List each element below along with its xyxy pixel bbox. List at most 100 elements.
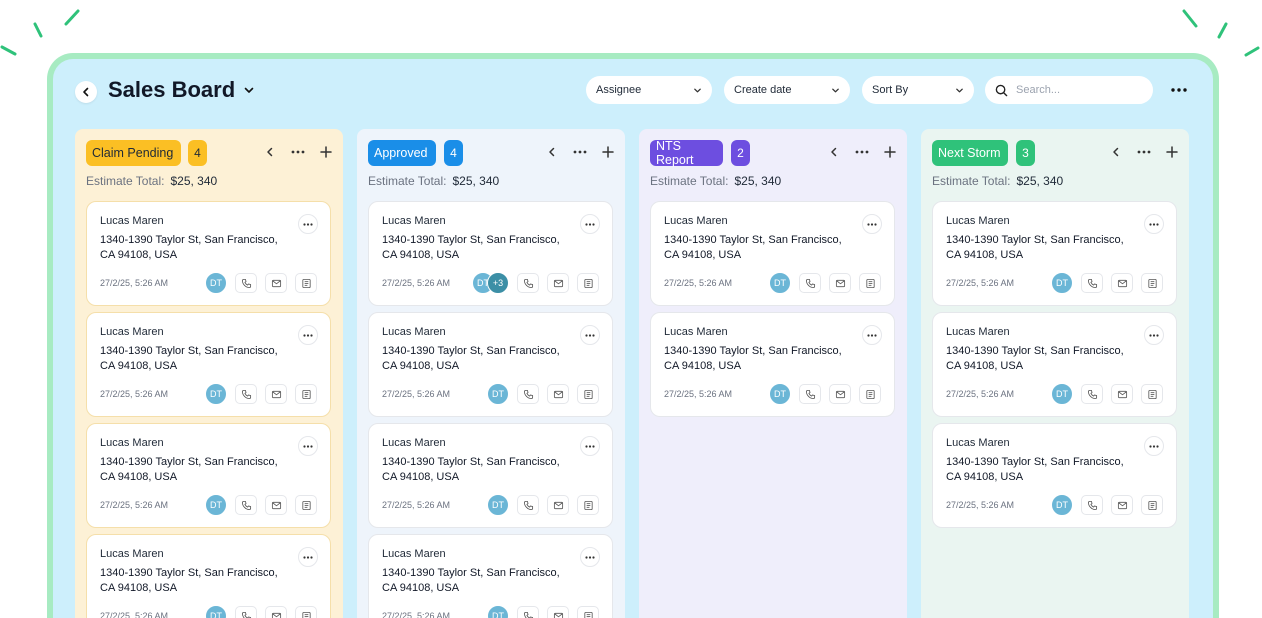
notes-button[interactable] bbox=[577, 495, 599, 515]
assignee-avatars[interactable]: DT +3 bbox=[472, 272, 509, 294]
email-button[interactable] bbox=[547, 495, 569, 515]
call-button[interactable] bbox=[235, 606, 257, 618]
card-more-button[interactable] bbox=[1144, 325, 1164, 345]
estimate-total-value: $25, 340 bbox=[452, 174, 500, 188]
deal-card[interactable]: Lucas Maren 1340-1390 Taylor St, San Fran… bbox=[86, 423, 331, 528]
email-button[interactable] bbox=[1111, 495, 1133, 515]
email-button[interactable] bbox=[547, 384, 569, 404]
assignee-avatars[interactable]: DT bbox=[769, 383, 791, 405]
call-button[interactable] bbox=[235, 384, 257, 404]
call-button[interactable] bbox=[1081, 495, 1103, 515]
card-more-button[interactable] bbox=[580, 436, 600, 456]
assignee-avatars[interactable]: DT bbox=[205, 272, 227, 294]
deal-card[interactable]: Lucas Maren 1340-1390 Taylor St, San Fran… bbox=[650, 201, 895, 306]
deal-card[interactable]: Lucas Maren 1340-1390 Taylor St, San Fran… bbox=[932, 201, 1177, 306]
deal-card[interactable]: Lucas Maren 1340-1390 Taylor St, San Fran… bbox=[932, 423, 1177, 528]
sort-by-dropdown[interactable]: Sort By bbox=[862, 76, 974, 104]
collapse-column-button[interactable] bbox=[825, 143, 843, 161]
estimate-total: Estimate Total: $25, 340 bbox=[86, 174, 217, 188]
call-button[interactable] bbox=[799, 273, 821, 293]
column-more-button[interactable] bbox=[289, 143, 307, 161]
notes-button[interactable] bbox=[577, 606, 599, 618]
call-button[interactable] bbox=[517, 273, 539, 293]
notes-button[interactable] bbox=[295, 606, 317, 618]
deal-card[interactable]: Lucas Maren 1340-1390 Taylor St, San Fran… bbox=[86, 534, 331, 618]
assignee-avatars[interactable]: DT bbox=[205, 383, 227, 405]
deal-card[interactable]: Lucas Maren 1340-1390 Taylor St, San Fran… bbox=[86, 201, 331, 306]
notes-button[interactable] bbox=[295, 273, 317, 293]
collapse-column-button[interactable] bbox=[543, 143, 561, 161]
email-button[interactable] bbox=[1111, 273, 1133, 293]
notes-button[interactable] bbox=[577, 273, 599, 293]
card-more-button[interactable] bbox=[298, 436, 318, 456]
assignee-avatars[interactable]: DT bbox=[487, 494, 509, 516]
column-more-button[interactable] bbox=[571, 143, 589, 161]
assignee-avatars[interactable]: DT bbox=[205, 494, 227, 516]
create-date-dropdown[interactable]: Create date bbox=[724, 76, 850, 104]
add-card-button[interactable] bbox=[1163, 143, 1181, 161]
assignee-avatars[interactable]: DT bbox=[1051, 494, 1073, 516]
assignee-avatars[interactable]: DT bbox=[205, 605, 227, 618]
board-title-dropdown[interactable]: Sales Board bbox=[108, 77, 255, 103]
board-more-button[interactable] bbox=[1168, 81, 1190, 99]
call-button[interactable] bbox=[517, 606, 539, 618]
customer-name: Lucas Maren bbox=[382, 326, 446, 338]
assignee-avatars[interactable]: DT bbox=[487, 605, 509, 618]
assignee-avatars[interactable]: DT bbox=[487, 383, 509, 405]
assignee-avatars[interactable]: DT bbox=[1051, 383, 1073, 405]
collapse-column-button[interactable] bbox=[261, 143, 279, 161]
email-button[interactable] bbox=[547, 606, 569, 618]
column-more-button[interactable] bbox=[853, 143, 871, 161]
email-button[interactable] bbox=[1111, 384, 1133, 404]
card-more-button[interactable] bbox=[862, 214, 882, 234]
deal-card[interactable]: Lucas Maren 1340-1390 Taylor St, San Fran… bbox=[368, 312, 613, 417]
notes-button[interactable] bbox=[577, 384, 599, 404]
assignee-avatars[interactable]: DT bbox=[1051, 272, 1073, 294]
email-button[interactable] bbox=[265, 273, 287, 293]
deal-card[interactable]: Lucas Maren 1340-1390 Taylor St, San Fran… bbox=[368, 423, 613, 528]
notes-button[interactable] bbox=[1141, 495, 1163, 515]
assignee-avatars[interactable]: DT bbox=[769, 272, 791, 294]
deal-card[interactable]: Lucas Maren 1340-1390 Taylor St, San Fran… bbox=[368, 534, 613, 618]
add-card-button[interactable] bbox=[317, 143, 335, 161]
deal-card[interactable]: Lucas Maren 1340-1390 Taylor St, San Fran… bbox=[86, 312, 331, 417]
notes-button[interactable] bbox=[859, 384, 881, 404]
card-more-button[interactable] bbox=[298, 325, 318, 345]
notes-button[interactable] bbox=[295, 384, 317, 404]
search-input[interactable] bbox=[1014, 83, 1138, 97]
call-button[interactable] bbox=[1081, 273, 1103, 293]
email-button[interactable] bbox=[265, 384, 287, 404]
card-more-button[interactable] bbox=[862, 325, 882, 345]
card-more-button[interactable] bbox=[580, 325, 600, 345]
email-button[interactable] bbox=[829, 384, 851, 404]
call-button[interactable] bbox=[235, 495, 257, 515]
card-more-button[interactable] bbox=[580, 547, 600, 567]
email-button[interactable] bbox=[265, 495, 287, 515]
deal-card[interactable]: Lucas Maren 1340-1390 Taylor St, San Fran… bbox=[650, 312, 895, 417]
deal-card[interactable]: Lucas Maren 1340-1390 Taylor St, San Fran… bbox=[932, 312, 1177, 417]
call-button[interactable] bbox=[1081, 384, 1103, 404]
add-card-button[interactable] bbox=[599, 143, 617, 161]
call-button[interactable] bbox=[517, 495, 539, 515]
card-more-button[interactable] bbox=[298, 547, 318, 567]
card-more-button[interactable] bbox=[1144, 214, 1164, 234]
notes-button[interactable] bbox=[1141, 384, 1163, 404]
notes-button[interactable] bbox=[295, 495, 317, 515]
email-button[interactable] bbox=[547, 273, 569, 293]
call-button[interactable] bbox=[799, 384, 821, 404]
email-button[interactable] bbox=[829, 273, 851, 293]
call-button[interactable] bbox=[517, 384, 539, 404]
notes-button[interactable] bbox=[859, 273, 881, 293]
collapse-column-button[interactable] bbox=[1107, 143, 1125, 161]
add-card-button[interactable] bbox=[881, 143, 899, 161]
deal-card[interactable]: Lucas Maren 1340-1390 Taylor St, San Fran… bbox=[368, 201, 613, 306]
call-button[interactable] bbox=[235, 273, 257, 293]
column-more-button[interactable] bbox=[1135, 143, 1153, 161]
email-button[interactable] bbox=[265, 606, 287, 618]
card-more-button[interactable] bbox=[298, 214, 318, 234]
card-more-button[interactable] bbox=[1144, 436, 1164, 456]
back-button[interactable] bbox=[75, 81, 97, 103]
notes-button[interactable] bbox=[1141, 273, 1163, 293]
card-more-button[interactable] bbox=[580, 214, 600, 234]
assignee-dropdown[interactable]: Assignee bbox=[586, 76, 712, 104]
